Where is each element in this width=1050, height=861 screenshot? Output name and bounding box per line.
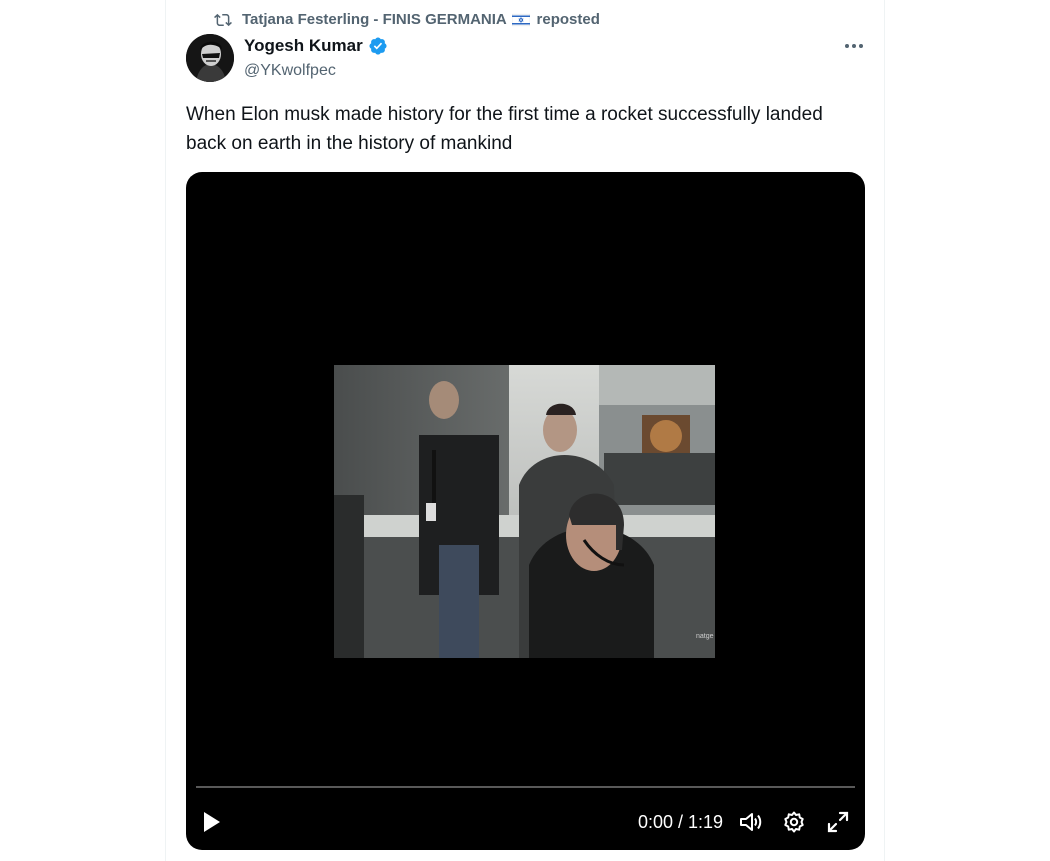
more-dots-icon bbox=[845, 44, 863, 48]
author-handle[interactable]: @YKwolfpec bbox=[244, 62, 388, 80]
israel-flag-icon bbox=[512, 13, 531, 27]
repost-suffix: reposted bbox=[536, 10, 600, 28]
avatar[interactable] bbox=[186, 34, 234, 82]
video-frame: natge bbox=[334, 365, 715, 658]
video-progress-bar[interactable] bbox=[196, 786, 855, 788]
fullscreen-button[interactable] bbox=[824, 808, 852, 836]
play-icon bbox=[204, 812, 220, 832]
repost-icon bbox=[214, 13, 232, 27]
fullscreen-icon bbox=[827, 811, 849, 833]
volume-icon bbox=[740, 813, 762, 831]
settings-button[interactable] bbox=[780, 808, 808, 836]
play-button[interactable] bbox=[200, 808, 224, 836]
timeline-column: Tatjana Festerling - FINIS GERMANIA repo… bbox=[165, 0, 885, 861]
author-name[interactable]: Yogesh Kumar bbox=[244, 36, 363, 56]
gear-icon bbox=[784, 811, 804, 833]
author-block: Yogesh Kumar @YKwolfpec bbox=[244, 36, 388, 80]
video-watermark: natge bbox=[696, 633, 714, 640]
more-options-button[interactable] bbox=[840, 34, 868, 58]
reposter-name[interactable]: Tatjana Festerling - FINIS GERMANIA bbox=[242, 11, 506, 28]
volume-button[interactable] bbox=[736, 808, 766, 836]
verified-badge-icon[interactable] bbox=[368, 36, 388, 56]
video-player[interactable]: natge 0:00 / 1:19 bbox=[186, 172, 865, 850]
video-time-display: 0:00 / 1:19 bbox=[638, 812, 724, 832]
repost-context[interactable]: Tatjana Festerling - FINIS GERMANIA repo… bbox=[214, 11, 600, 29]
avatar-image bbox=[186, 34, 234, 82]
tweet-text: When Elon musk made history for the firs… bbox=[186, 104, 823, 154]
